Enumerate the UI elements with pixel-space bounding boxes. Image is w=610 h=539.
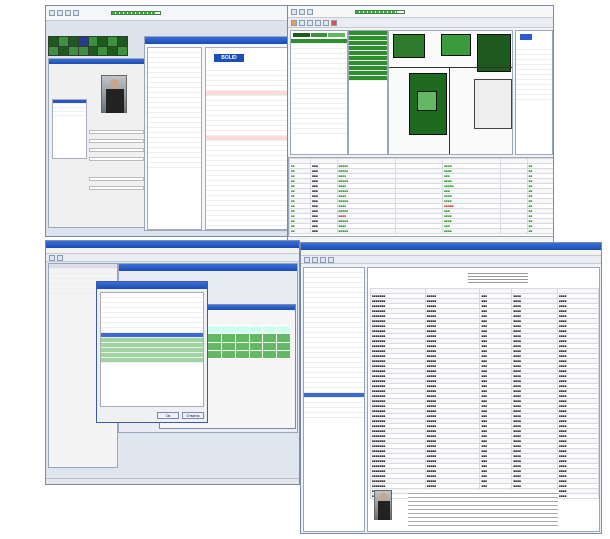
blue-square-icon [520, 34, 532, 40]
toolbar-button[interactable] [49, 254, 55, 261]
plan-toolbar [288, 18, 553, 28]
zone-status-grid [48, 36, 128, 56]
toolbar-button[interactable] [291, 8, 297, 15]
zone-cell[interactable] [108, 46, 118, 55]
zone-cell[interactable] [49, 46, 58, 55]
toolbar-button[interactable] [307, 19, 313, 26]
access-dialog: Ок Отмена [96, 281, 208, 423]
progress-fill [112, 12, 156, 14]
wall [389, 67, 512, 68]
event-log: ■■ ■■■ ■■■■■ ■■■■ ■■ ■■ ■■■ ■■■■■ ■■■■ ■■ ■■ ■■■ ■… [288, 157, 553, 237]
toolbar-button[interactable] [49, 10, 55, 16]
toolbar-button[interactable] [299, 19, 305, 26]
bolid-logo: BOLID [214, 54, 244, 62]
report-employee-photo [374, 490, 392, 520]
properties-panel [515, 30, 553, 155]
zone-cell[interactable] [98, 37, 108, 46]
zone-cell[interactable] [78, 37, 88, 46]
toolbar-button[interactable] [73, 10, 79, 16]
device-list [290, 30, 348, 155]
wall [449, 67, 450, 154]
toolbar-button[interactable] [331, 19, 337, 26]
progress-fill [356, 10, 397, 13]
room-zone[interactable] [393, 34, 425, 58]
zone-cell[interactable] [98, 46, 108, 55]
room-zone[interactable] [441, 34, 471, 56]
toolbar-button[interactable] [328, 256, 334, 263]
report-toolbar [301, 256, 601, 264]
schedule-window-title [46, 241, 299, 248]
toolbar-button[interactable] [291, 19, 297, 26]
progress-bar [355, 9, 405, 14]
toolbar-button[interactable] [323, 19, 329, 26]
report-header-block [468, 271, 528, 283]
toolbar-button[interactable] [57, 254, 63, 261]
cancel-button[interactable]: Отмена [182, 412, 204, 419]
configuration-window: BOLID [144, 36, 287, 231]
report-page: ■■■■■■■ ■■■■■ ■■■ ■■■■ ■■■■ ■■■■■■■ ■■■■■ ■■■ ■… [367, 267, 600, 532]
zone-cell[interactable] [68, 46, 78, 55]
toolbar-button[interactable] [315, 19, 321, 26]
zone-cell[interactable] [118, 37, 127, 46]
floor-plan[interactable] [388, 30, 513, 155]
employee-card-title [49, 59, 145, 64]
employee-tree [52, 99, 87, 159]
zone-list [348, 30, 388, 155]
toolbar-button[interactable] [307, 8, 313, 15]
employee-photo [101, 75, 127, 113]
toolbar-button[interactable] [312, 256, 318, 263]
zone-cell[interactable] [88, 46, 98, 55]
event-log-table: ■■ ■■■ ■■■■■ ■■■■ ■■ ■■ ■■■ ■■■■■ ■■■■ ■■ ■■ ■■■ ■… [289, 158, 553, 234]
toolbar-button[interactable] [320, 256, 326, 263]
report-employee-info [408, 490, 558, 528]
progress-bar [111, 11, 161, 15]
zone-cell[interactable] [68, 37, 78, 46]
schedule-grid-title [119, 264, 297, 271]
employee-card-panel [48, 58, 146, 228]
zone-cell[interactable] [78, 46, 88, 55]
configuration-tree [147, 47, 202, 230]
toolbar-button[interactable] [65, 10, 71, 16]
zone-cell[interactable] [108, 37, 118, 46]
toolbar-button[interactable] [57, 10, 63, 16]
report-window: ■■■■■■■ ■■■■■ ■■■ ■■■■ ■■■■ ■■■■■■■ ■■■■■ ■■■ ■… [300, 242, 602, 534]
monitor-toolbar [288, 6, 553, 18]
toolbar-button[interactable] [299, 8, 305, 15]
access-dialog-tree [100, 292, 204, 407]
ok-button[interactable]: Ок [157, 412, 179, 419]
report-table: ■■■■■■■ ■■■■■ ■■■ ■■■■ ■■■■ ■■■■■■■ ■■■■■ ■■■ ■… [370, 288, 599, 499]
report-window-title [301, 243, 601, 250]
main-toolbar [46, 6, 287, 21]
access-control-window: BOLID [45, 5, 288, 237]
configuration-title [145, 37, 287, 44]
schedule-window: Ок Отмена [45, 240, 300, 485]
toolbar-button[interactable] [304, 256, 310, 263]
zone-cell[interactable] [49, 37, 58, 46]
room-zone[interactable] [474, 79, 512, 129]
schedule-toolbar [46, 254, 299, 262]
monitoring-window: ■■ ■■■ ■■■■■ ■■■■ ■■ ■■ ■■■ ■■■■■ ■■■■ ■■ ■■ ■■■ ■… [287, 5, 554, 243]
schedule-statusbar [46, 478, 299, 484]
zone-cell[interactable] [88, 37, 98, 46]
report-tree [303, 267, 365, 532]
employee-fields [89, 125, 144, 225]
zone-cell[interactable] [58, 37, 68, 46]
room-zone[interactable] [417, 91, 437, 111]
configuration-list: BOLID [205, 47, 287, 230]
access-dialog-title [97, 282, 207, 289]
zone-cell[interactable] [58, 46, 68, 55]
zone-cell[interactable] [118, 46, 127, 55]
